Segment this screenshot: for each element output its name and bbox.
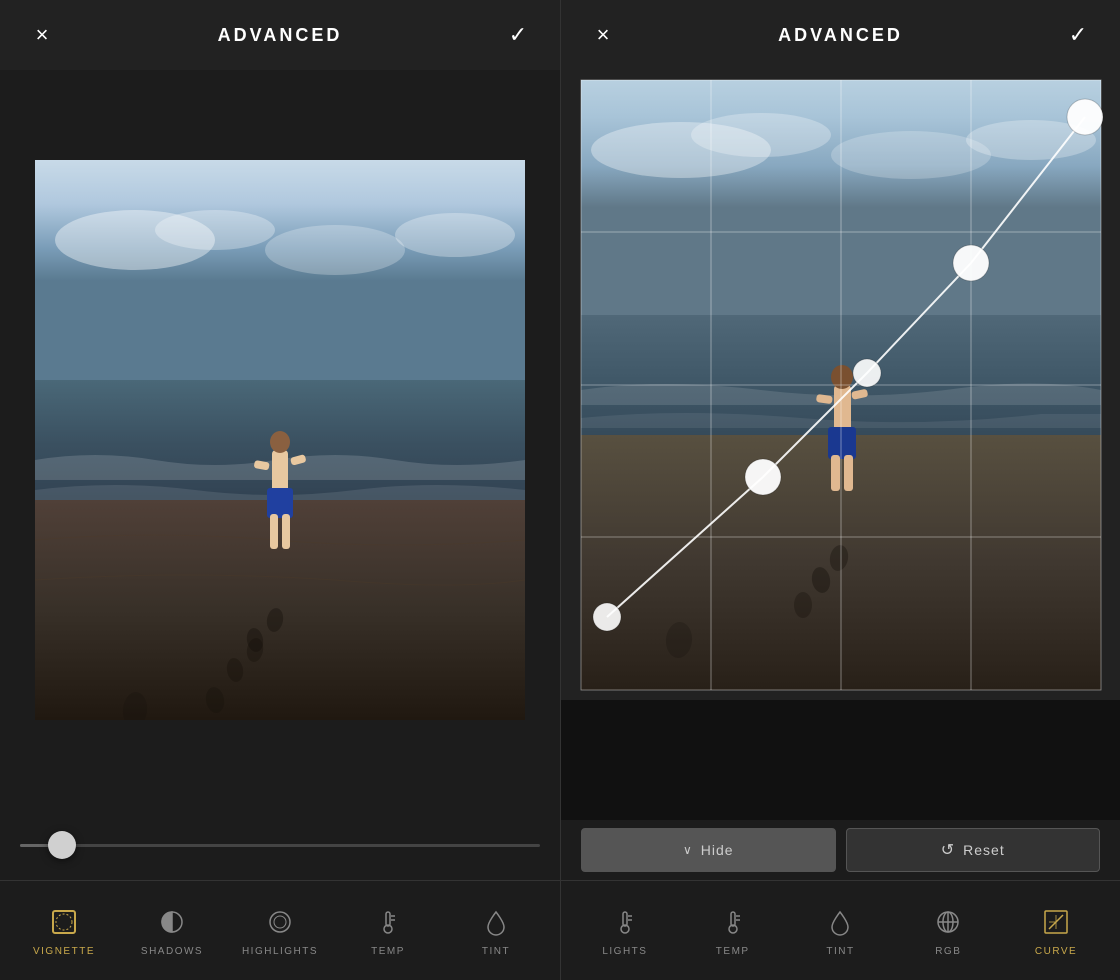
highlights-label: HIGHLIGHTS bbox=[242, 946, 318, 957]
curve-overlay-svg bbox=[561, 70, 1120, 700]
tint-label-left: TINT bbox=[482, 946, 510, 957]
shadows-label: SHADOWS bbox=[141, 946, 203, 957]
left-panel: × ADVANCED ✓ bbox=[0, 0, 560, 980]
tint-icon-right bbox=[822, 904, 858, 940]
action-buttons-area: ∨ Hide ↺ Reset bbox=[561, 820, 1120, 880]
lights-label: LIGHTS bbox=[602, 946, 647, 957]
tint-icon-left bbox=[478, 904, 514, 940]
reset-label: Reset bbox=[963, 842, 1005, 858]
left-header: × ADVANCED ✓ bbox=[0, 0, 560, 70]
reset-button[interactable]: ↺ Reset bbox=[846, 828, 1101, 872]
toolbar-item-temp-left[interactable]: TEMP bbox=[348, 904, 428, 957]
left-close-button[interactable]: × bbox=[24, 17, 60, 53]
temp-icon-left bbox=[370, 904, 406, 940]
toolbar-item-temp-right[interactable]: TEMP bbox=[693, 904, 773, 957]
curve-icon bbox=[1038, 904, 1074, 940]
right-image-area bbox=[561, 70, 1120, 820]
right-confirm-button[interactable]: ✓ bbox=[1060, 17, 1096, 53]
left-confirm-button[interactable]: ✓ bbox=[500, 17, 536, 53]
highlights-icon bbox=[262, 904, 298, 940]
vignette-label: VIGNETTE bbox=[33, 946, 95, 957]
right-close-button[interactable]: × bbox=[585, 17, 621, 53]
right-panel: × ADVANCED ✓ bbox=[560, 0, 1120, 980]
curve-label: CURVE bbox=[1035, 946, 1077, 957]
toolbar-item-shadows[interactable]: SHADOWS bbox=[132, 904, 212, 957]
toolbar-item-tint-right[interactable]: TINT bbox=[800, 904, 880, 957]
left-slider-area bbox=[0, 810, 560, 880]
left-photo-svg bbox=[35, 160, 525, 720]
vignette-icon bbox=[46, 904, 82, 940]
shadows-icon bbox=[154, 904, 190, 940]
hide-label: Hide bbox=[701, 842, 734, 858]
left-title: ADVANCED bbox=[218, 25, 343, 46]
temp-label-right: TEMP bbox=[716, 946, 750, 957]
lights-icon bbox=[607, 904, 643, 940]
rgb-icon bbox=[930, 904, 966, 940]
temp-label-left: TEMP bbox=[371, 946, 405, 957]
temp-icon-right bbox=[715, 904, 751, 940]
left-toolbar: VIGNETTE SHADOWS HIGHLIGHTS bbox=[0, 880, 560, 980]
rgb-label: RGB bbox=[935, 946, 961, 957]
hide-button[interactable]: ∨ Hide bbox=[581, 828, 836, 872]
toolbar-item-rgb[interactable]: RGB bbox=[908, 904, 988, 957]
left-photo bbox=[35, 160, 525, 720]
toolbar-item-vignette[interactable]: VIGNETTE bbox=[24, 904, 104, 957]
toolbar-item-lights[interactable]: LIGHTS bbox=[585, 904, 665, 957]
vignette-slider-track[interactable] bbox=[20, 844, 540, 847]
right-toolbar: LIGHTS TEMP TINT bbox=[561, 880, 1120, 980]
right-photo-container bbox=[561, 70, 1120, 820]
hide-chevron-icon: ∨ bbox=[683, 843, 693, 857]
vignette-slider-thumb[interactable] bbox=[48, 831, 76, 859]
reset-icon: ↺ bbox=[941, 840, 955, 860]
toolbar-item-curve[interactable]: CURVE bbox=[1016, 904, 1096, 957]
right-header: × ADVANCED ✓ bbox=[561, 0, 1120, 70]
left-image-area bbox=[0, 70, 560, 810]
toolbar-item-highlights[interactable]: HIGHLIGHTS bbox=[240, 904, 320, 957]
toolbar-item-tint-left[interactable]: TINT bbox=[456, 904, 536, 957]
right-title: ADVANCED bbox=[778, 25, 903, 46]
tint-label-right: TINT bbox=[826, 946, 854, 957]
